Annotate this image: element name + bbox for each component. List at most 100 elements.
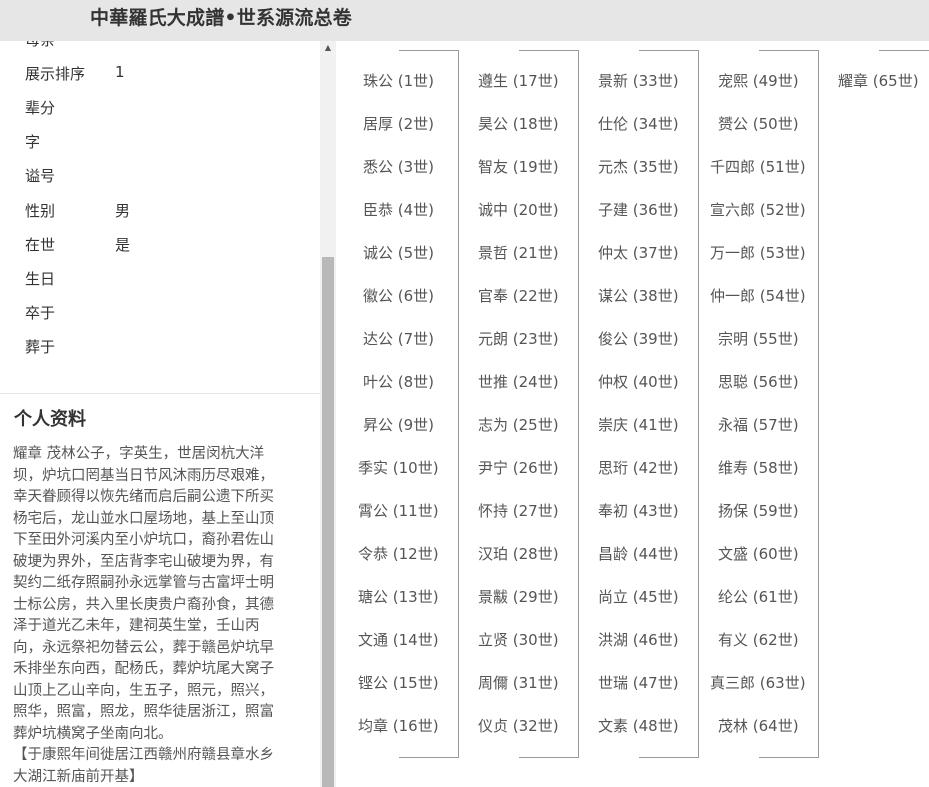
lineage-node[interactable]: 谋公 (38世) bbox=[598, 285, 679, 309]
generation-label: (53世) bbox=[755, 244, 806, 262]
generation-label: (51世) bbox=[755, 158, 806, 176]
lineage-node[interactable]: 昇公 (9世) bbox=[363, 414, 434, 438]
generation-label: (20世) bbox=[508, 201, 559, 219]
person-name: 维寿 bbox=[718, 459, 749, 477]
lineage-node[interactable]: 汉珀 (28世) bbox=[478, 543, 559, 567]
lineage-node[interactable]: 仲一郎 (54世) bbox=[710, 285, 806, 309]
lineage-node[interactable]: 元朗 (23世) bbox=[478, 328, 559, 352]
lineage-node[interactable]: 官奉 (22世) bbox=[478, 285, 559, 309]
generation-label: (12世) bbox=[388, 545, 439, 563]
lineage-node[interactable]: 令恭 (12世) bbox=[358, 543, 439, 567]
lineage-node[interactable]: 文盛 (60世) bbox=[718, 543, 799, 567]
lineage-node[interactable]: 耀章 (65世) bbox=[838, 70, 919, 94]
lineage-node[interactable]: 景黻 (29世) bbox=[478, 586, 559, 610]
generation-label: (55世) bbox=[748, 330, 799, 348]
lineage-node[interactable]: 文素 (48世) bbox=[598, 715, 679, 739]
person-name: 真三郎 bbox=[710, 674, 756, 692]
field-value: 1 bbox=[115, 63, 125, 81]
field-label: 在世 bbox=[25, 236, 56, 254]
lineage-node[interactable]: 纶公 (61世) bbox=[718, 586, 799, 610]
lineage-node[interactable]: 维寿 (58世) bbox=[718, 457, 799, 481]
profile-text-line: 葬炉坑横窝子坐南向北。 bbox=[13, 725, 173, 742]
lineage-node[interactable]: 仕伦 (34世) bbox=[598, 113, 679, 137]
lineage-node[interactable]: 洪湖 (46世) bbox=[598, 629, 679, 653]
lineage-node[interactable]: 崇庆 (41世) bbox=[598, 414, 679, 438]
lineage-node[interactable]: 昊公 (18世) bbox=[478, 113, 559, 137]
lineage-node[interactable]: 文通 (14世) bbox=[358, 629, 439, 653]
lineage-node[interactable]: 智友 (19世) bbox=[478, 156, 559, 180]
lineage-node[interactable]: 俊公 (39世) bbox=[598, 328, 679, 352]
lineage-node[interactable]: 有义 (62世) bbox=[718, 629, 799, 653]
person-name: 奉初 bbox=[598, 502, 629, 520]
lineage-node[interactable]: 思聪 (56世) bbox=[718, 371, 799, 395]
lineage-node[interactable]: 世瑞 (47世) bbox=[598, 672, 679, 696]
person-name: 宠熙 bbox=[718, 72, 749, 90]
lineage-node[interactable]: 万一郎 (53世) bbox=[710, 242, 806, 266]
person-name: 宗明 bbox=[718, 330, 749, 348]
lineage-node[interactable]: 诚中 (20世) bbox=[478, 199, 559, 223]
person-name: 谋公 bbox=[598, 287, 629, 305]
person-name: 赟公 bbox=[718, 115, 749, 133]
lineage-node[interactable]: 均章 (16世) bbox=[358, 715, 439, 739]
lineage-node[interactable]: 宠熙 (49世) bbox=[718, 70, 799, 94]
lineage-node[interactable]: 悉公 (3世) bbox=[363, 156, 434, 180]
lineage-node[interactable]: 珠公 (1世) bbox=[363, 70, 434, 94]
scrollbar-thumb[interactable] bbox=[322, 257, 334, 787]
scroll-up-arrow-icon[interactable]: ▲ bbox=[320, 41, 336, 55]
lineage-node[interactable]: 仲太 (37世) bbox=[598, 242, 679, 266]
lineage-node[interactable]: 达公 (7世) bbox=[363, 328, 434, 352]
person-name: 俊公 bbox=[598, 330, 629, 348]
lineage-node[interactable]: 千四郎 (51世) bbox=[710, 156, 806, 180]
lineage-node[interactable]: 思珩 (42世) bbox=[598, 457, 679, 481]
lineage-node[interactable]: 宗明 (55世) bbox=[718, 328, 799, 352]
person-name: 万一郎 bbox=[710, 244, 756, 262]
page-title: 中華羅氏大成譜•世系源流总卷 bbox=[90, 7, 352, 29]
lineage-node[interactable]: 诚公 (5世) bbox=[363, 242, 434, 266]
lineage-node[interactable]: 遵生 (17世) bbox=[478, 70, 559, 94]
lineage-node[interactable]: 季实 (10世) bbox=[358, 457, 439, 481]
person-name: 季实 bbox=[358, 459, 389, 477]
lineage-node[interactable]: 仲权 (40世) bbox=[598, 371, 679, 395]
lineage-node[interactable]: 立贤 (30世) bbox=[478, 629, 559, 653]
lineage-node[interactable]: 居厚 (2世) bbox=[363, 113, 434, 137]
lineage-node[interactable]: 霄公 (11世) bbox=[358, 500, 439, 524]
lineage-node[interactable]: 景新 (33世) bbox=[598, 70, 679, 94]
lineage-node[interactable]: 铿公 (15世) bbox=[358, 672, 439, 696]
lineage-node[interactable]: 仪贞 (32世) bbox=[478, 715, 559, 739]
lineage-node[interactable]: 扬保 (59世) bbox=[718, 500, 799, 524]
generation-label: (58世) bbox=[748, 459, 799, 477]
person-name: 永福 bbox=[718, 416, 749, 434]
generation-label: (50世) bbox=[748, 115, 799, 133]
lineage-node[interactable]: 徽公 (6世) bbox=[363, 285, 434, 309]
lineage-node[interactable]: 昌龄 (44世) bbox=[598, 543, 679, 567]
generation-label: (49世) bbox=[748, 72, 799, 90]
generation-label: (29世) bbox=[508, 588, 559, 606]
person-name: 居厚 bbox=[363, 115, 394, 133]
lineage-node[interactable]: 尚立 (45世) bbox=[598, 586, 679, 610]
lineage-node[interactable]: 赟公 (50世) bbox=[718, 113, 799, 137]
lineage-node[interactable]: 世推 (24世) bbox=[478, 371, 559, 395]
lineage-node[interactable]: 瑭公 (13世) bbox=[358, 586, 439, 610]
lineage-node[interactable]: 真三郎 (63世) bbox=[710, 672, 806, 696]
profile-biography: 耀章 茂林公子，字英生，世居闵杭大洋 坝，炉坑口罔基当日节风沐雨历尽艰难， 幸天眷顾… bbox=[13, 444, 305, 787]
field-label: 展示排序 bbox=[25, 65, 86, 83]
generation-label: (14世) bbox=[388, 631, 439, 649]
lineage-node[interactable]: 宣六郎 (52世) bbox=[710, 199, 806, 223]
lineage-node[interactable]: 怀持 (27世) bbox=[478, 500, 559, 524]
lineage-node[interactable]: 叶公 (8世) bbox=[363, 371, 434, 395]
detail-scrollbar[interactable]: ▲ bbox=[320, 41, 336, 787]
generation-label: (26世) bbox=[508, 459, 559, 477]
lineage-node[interactable]: 景哲 (21世) bbox=[478, 242, 559, 266]
lineage-node[interactable]: 志为 (25世) bbox=[478, 414, 559, 438]
lineage-node[interactable]: 周儞 (31世) bbox=[478, 672, 559, 696]
generation-label: (22世) bbox=[508, 287, 559, 305]
lineage-node[interactable]: 尹宁 (26世) bbox=[478, 457, 559, 481]
lineage-node[interactable]: 元杰 (35世) bbox=[598, 156, 679, 180]
lineage-node[interactable]: 茂林 (64世) bbox=[718, 715, 799, 739]
person-name: 有义 bbox=[718, 631, 749, 649]
generation-label: (17世) bbox=[508, 72, 559, 90]
lineage-node[interactable]: 奉初 (43世) bbox=[598, 500, 679, 524]
lineage-node[interactable]: 永福 (57世) bbox=[718, 414, 799, 438]
lineage-node[interactable]: 臣恭 (4世) bbox=[363, 199, 434, 223]
lineage-node[interactable]: 子建 (36世) bbox=[598, 199, 679, 223]
